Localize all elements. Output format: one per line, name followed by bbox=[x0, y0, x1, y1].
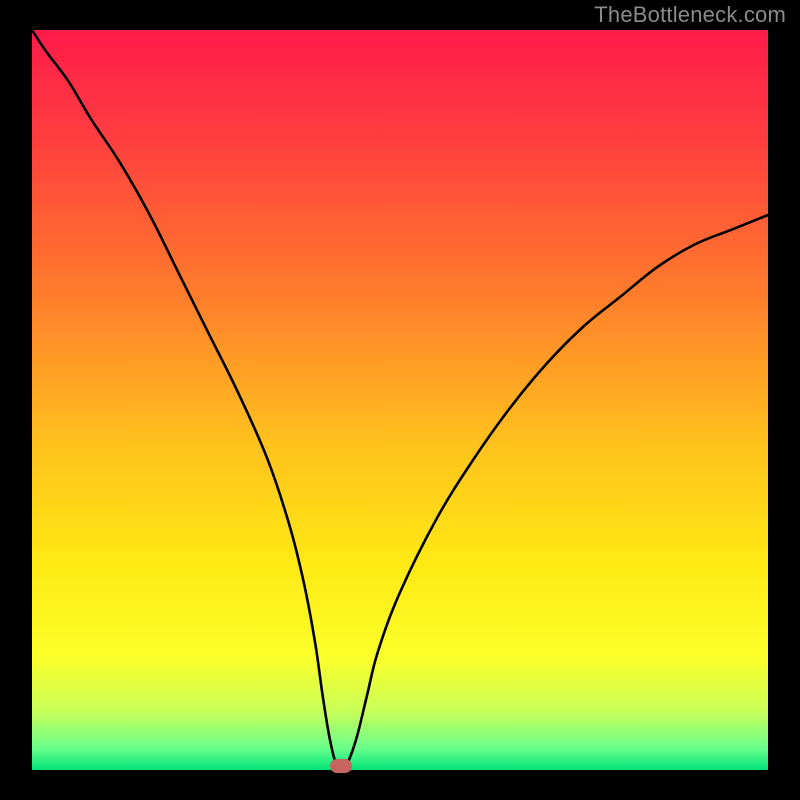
plot-background bbox=[32, 30, 768, 770]
chart-frame: TheBottleneck.com bbox=[0, 0, 800, 800]
optimum-marker bbox=[330, 759, 352, 773]
chart-svg bbox=[0, 0, 800, 800]
watermark-text: TheBottleneck.com bbox=[594, 2, 786, 28]
